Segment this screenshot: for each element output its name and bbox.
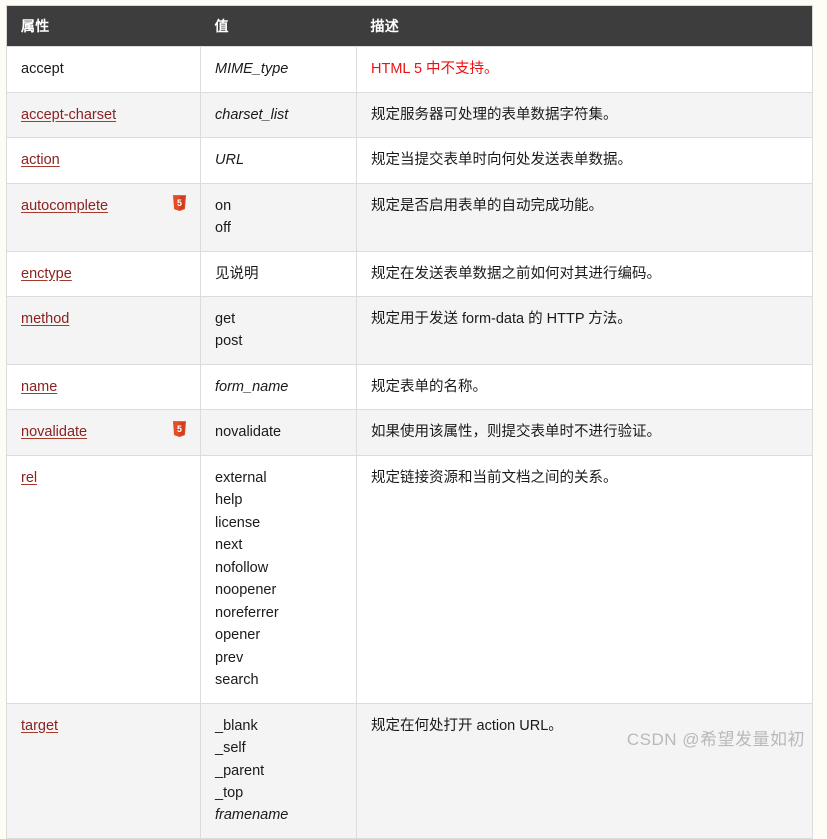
value-item: novalidate [215, 424, 282, 441]
description-cell: 规定当提交表单时向何处发送表单数据。 [356, 137, 813, 184]
attribute-link[interactable]: accept-charset [21, 107, 116, 123]
value-item: nofollow [215, 559, 269, 576]
value-item: next [215, 537, 243, 554]
value-cell: URL [200, 137, 357, 184]
table-row: target _blank _self _parent _top framename 规定在… [6, 702, 813, 839]
value-item: get [215, 311, 236, 327]
description-text: 规定当提交表单时向何处发送表单数据。 [371, 152, 632, 169]
table-row: name form_name 规定表单的名称。 [6, 363, 813, 411]
attribute-link[interactable]: novalidate [21, 424, 87, 440]
description-text: 规定用于发送 form-data 的 HTTP 方法。 [371, 311, 632, 327]
value-item: framename [215, 807, 289, 824]
value-cell: charset_list [200, 91, 357, 139]
value-item: MIME_type [215, 61, 289, 78]
attribute-cell: accept [6, 46, 201, 93]
table-row: accept-charset charset_list 规定服务器可处理的表单数据字… [6, 91, 813, 139]
svg-text:5: 5 [177, 198, 182, 208]
value-cell: 见说明 [200, 250, 357, 298]
attribute-cell: enctype [6, 250, 201, 298]
value-item: form_name [215, 378, 289, 395]
attribute-link[interactable]: target [21, 718, 58, 734]
value-cell: get post [200, 296, 357, 365]
attribute-cell: autocomplete 5 [6, 182, 201, 252]
attribute-cell: novalidate 5 [6, 409, 201, 456]
description-text: 规定链接资源和当前文档之间的关系。 [371, 469, 618, 486]
page-container: 属性 值 描述 accept MIME_type HTML 5 中不支持。 accep… [0, 0, 827, 839]
value-item: opener [215, 627, 261, 644]
description-cell: 规定在发送表单数据之前如何对其进行编码。 [356, 250, 813, 298]
table-row: rel external help license next nofollow noopen… [6, 454, 813, 704]
attribute-cell: rel [6, 454, 201, 704]
description-cell: HTML 5 中不支持。 [356, 46, 813, 93]
column-header-description: 描述 [356, 5, 813, 47]
description-cell: 规定服务器可处理的表单数据字符集。 [356, 91, 813, 139]
description-cell: 规定用于发送 form-data 的 HTTP 方法。 [356, 296, 813, 365]
value-cell: novalidate [200, 409, 357, 456]
value-item: URL [215, 152, 245, 169]
description-text: 规定是否启用表单的自动完成功能。 [371, 197, 603, 214]
value-item: _parent [215, 762, 265, 779]
table-row: autocomplete 5 on off 规定是否启用表单的自动完成功能。 [6, 182, 813, 252]
svg-text:5: 5 [177, 424, 182, 434]
table-row: method get post 规定用于发送 form-data 的 HTTP 方法。 [6, 296, 813, 365]
attribute-cell: method [6, 296, 201, 365]
value-cell: external help license next nofollow noopener n… [200, 454, 357, 704]
value-item: help [215, 492, 243, 509]
description-cell: 规定在何处打开 action URL。 [356, 702, 813, 839]
attribute-cell: accept-charset [6, 91, 201, 139]
value-item: search [215, 672, 259, 689]
attribute-cell: action [6, 137, 201, 184]
html5-logo-icon: 5 [172, 194, 187, 212]
attribute-link[interactable]: rel [21, 470, 37, 486]
attribute-cell: name [6, 363, 201, 411]
attribute-cell: target [6, 702, 201, 839]
description-text: 规定服务器可处理的表单数据字符集。 [371, 106, 618, 123]
description-cell: 规定表单的名称。 [356, 363, 813, 411]
value-cell: form_name [200, 363, 357, 411]
value-item: 见说明 [215, 265, 259, 282]
description-text: 规定表单的名称。 [371, 378, 487, 395]
description-text: 如果使用该属性，则提交表单时不进行验证。 [371, 424, 661, 441]
value-cell: MIME_type [200, 46, 357, 93]
table-row: enctype 见说明 规定在发送表单数据之前如何对其进行编码。 [6, 250, 813, 298]
attribute-link[interactable]: action [21, 152, 60, 168]
html5-logo-icon: 5 [172, 421, 187, 438]
value-item: prev [215, 649, 244, 666]
column-header-attribute: 属性 [6, 5, 201, 47]
form-attributes-table: 属性 值 描述 accept MIME_type HTML 5 中不支持。 accep… [6, 5, 813, 839]
value-item: _blank [215, 717, 258, 734]
value-item: license [215, 514, 261, 531]
table-row: novalidate 5 novalidate 如果使用该属性，则提交表单时不进行验证… [6, 409, 813, 456]
value-item: off [215, 220, 231, 237]
table-row: action URL 规定当提交表单时向何处发送表单数据。 [6, 137, 813, 184]
attribute-link[interactable]: name [21, 379, 57, 395]
value-cell: on off [200, 182, 357, 252]
attribute-link[interactable]: enctype [21, 266, 72, 282]
table-header-row: 属性 值 描述 [6, 5, 813, 47]
table-body: accept MIME_type HTML 5 中不支持。 accept-charse… [6, 46, 813, 839]
value-item: noopener [215, 582, 277, 599]
description-text: HTML 5 中不支持。 [371, 61, 499, 78]
column-header-value: 值 [200, 5, 357, 47]
value-item: noreferrer [215, 604, 279, 621]
value-item: _top [215, 784, 244, 801]
attribute-link[interactable]: method [21, 311, 69, 327]
value-item: charset_list [215, 106, 289, 123]
attribute-link[interactable]: autocomplete [21, 198, 108, 214]
description-text: 规定在何处打开 action URL。 [371, 717, 563, 734]
value-item: external [215, 469, 267, 486]
table-header: 属性 值 描述 [6, 5, 813, 47]
description-cell: 规定是否启用表单的自动完成功能。 [356, 182, 813, 252]
attribute-label: accept [21, 61, 64, 78]
description-cell: 规定链接资源和当前文档之间的关系。 [356, 454, 813, 704]
value-item: _self [215, 740, 246, 757]
value-cell: _blank _self _parent _top framename [200, 702, 357, 839]
table-row: accept MIME_type HTML 5 中不支持。 [6, 46, 813, 93]
description-text: 规定在发送表单数据之前如何对其进行编码。 [371, 265, 661, 282]
value-item: on [215, 197, 232, 214]
value-item: post [215, 333, 243, 350]
description-cell: 如果使用该属性，则提交表单时不进行验证。 [356, 409, 813, 456]
